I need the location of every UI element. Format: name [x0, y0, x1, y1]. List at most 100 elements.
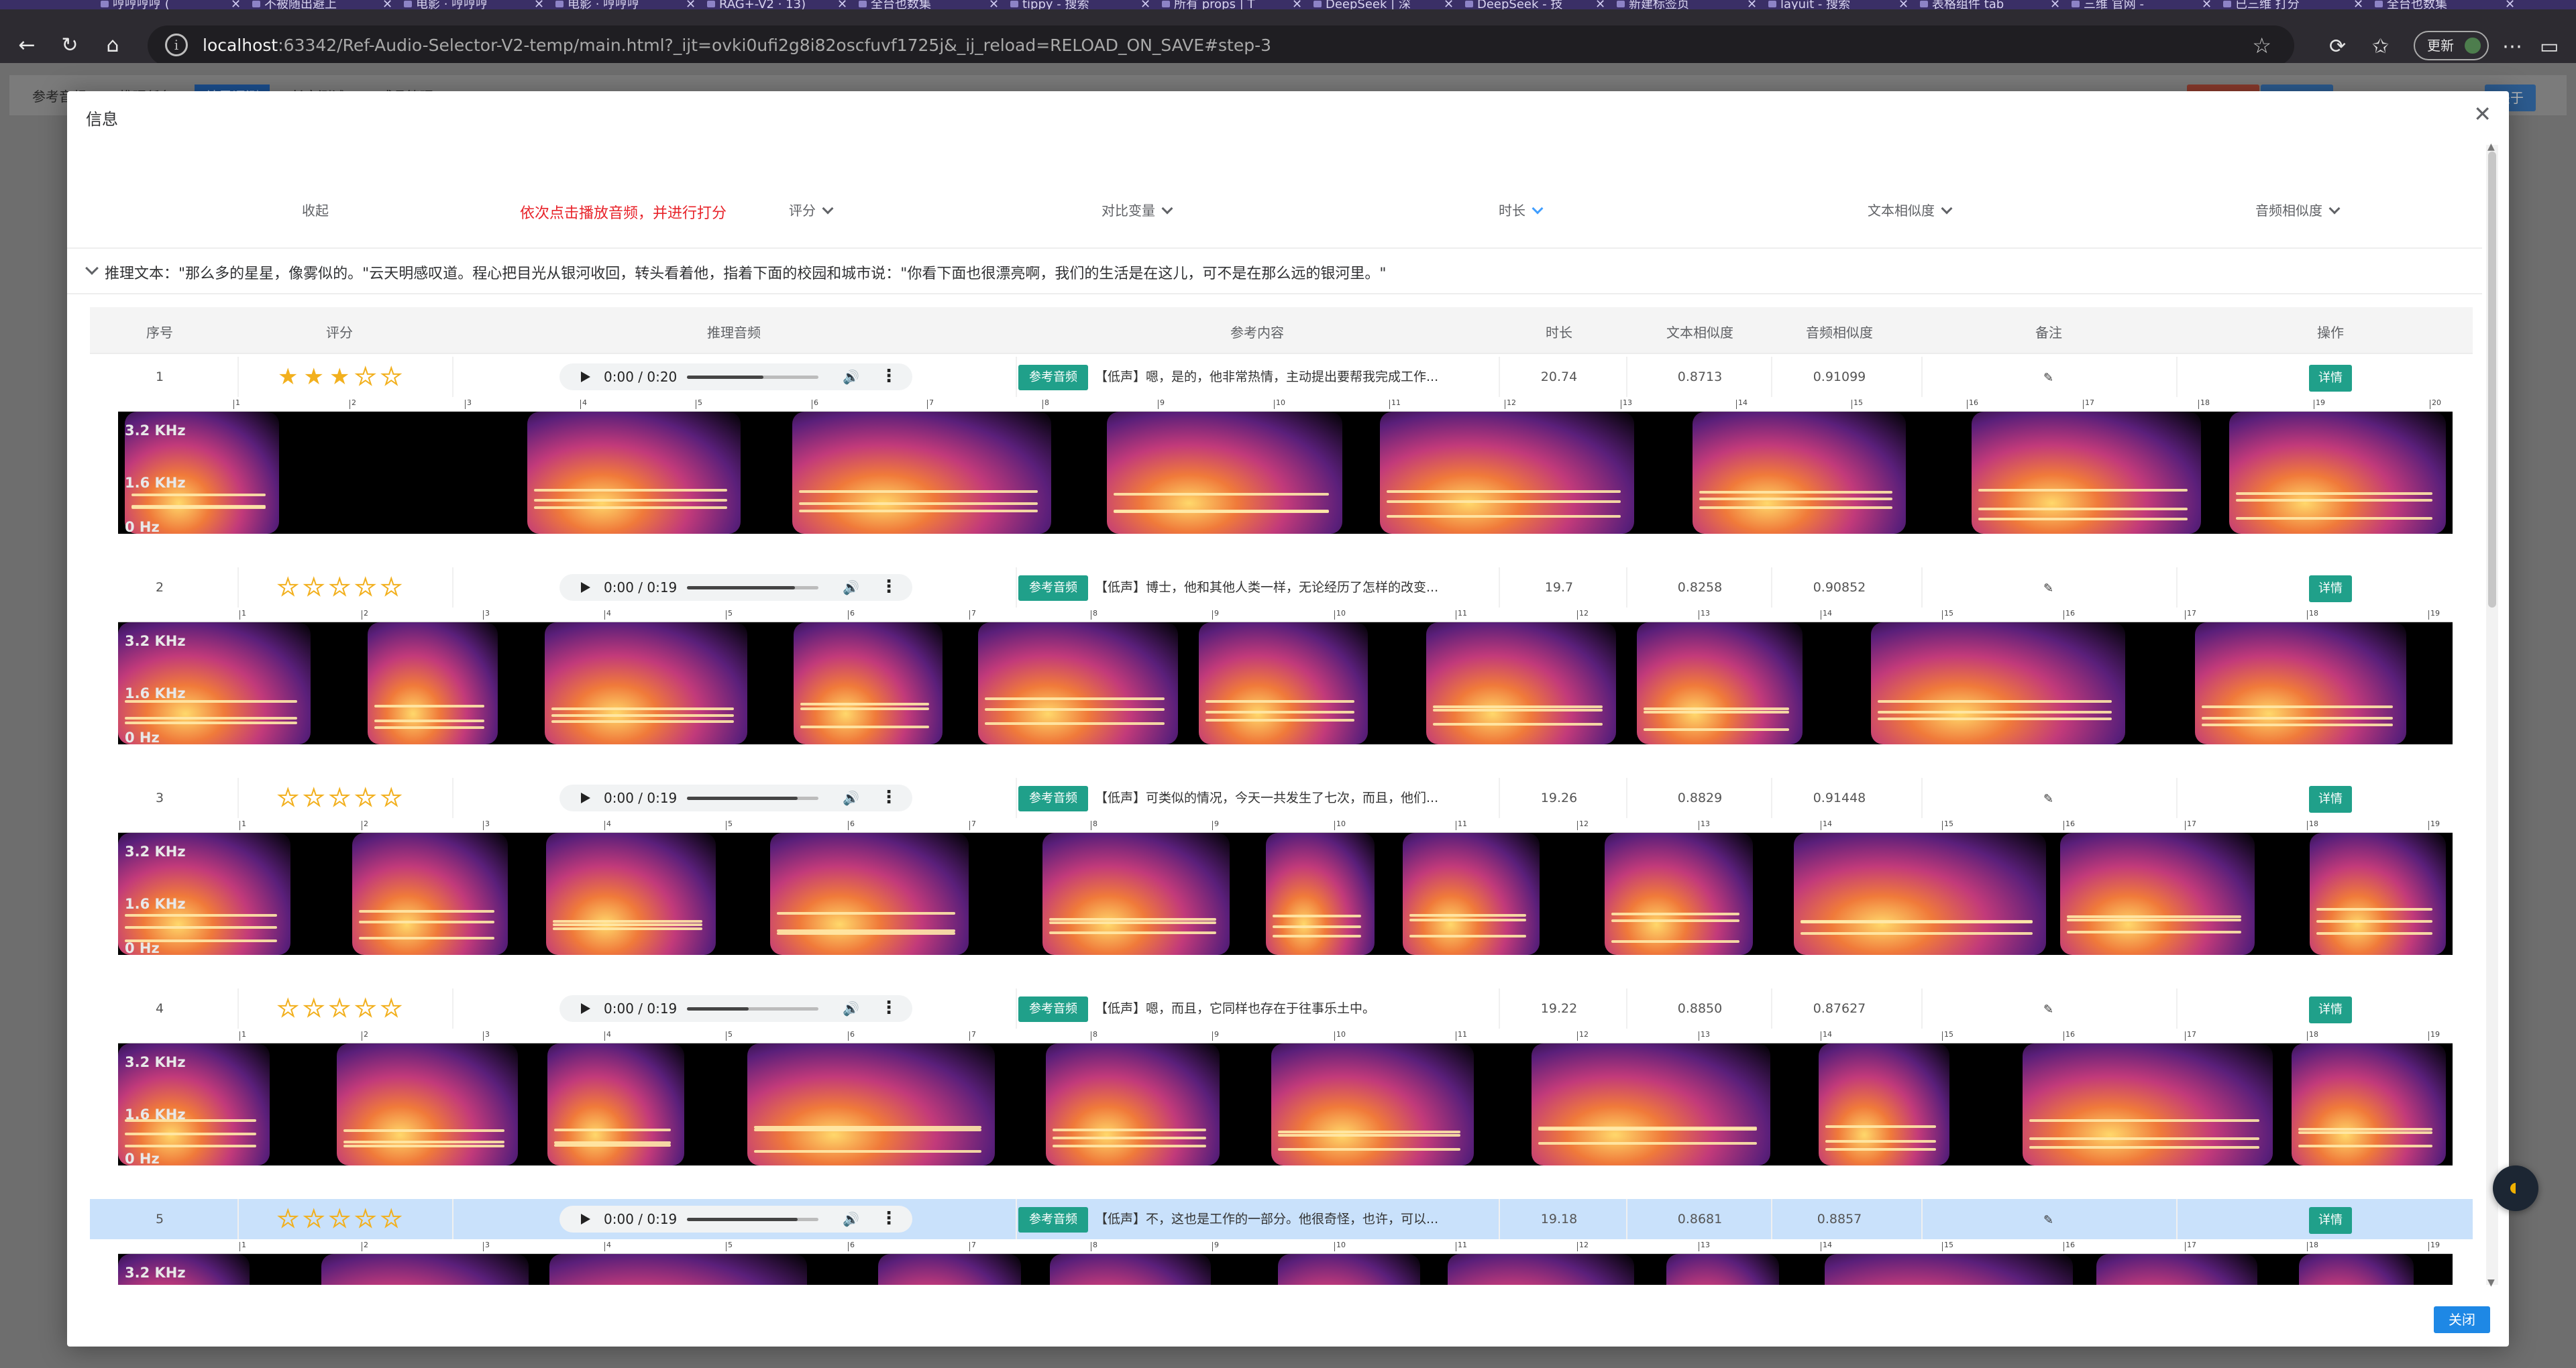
volume-icon[interactable]: 🔊 [843, 580, 859, 595]
seek-bar[interactable] [687, 1007, 818, 1011]
reload-icon[interactable]: ↻ [55, 31, 85, 60]
star-rating[interactable]: ★ ★ ★ ★ ★ [277, 575, 445, 600]
more-options-icon[interactable]: ⋮ [880, 998, 898, 1018]
star-rating[interactable]: ★ ★ ★ ★ ★ [277, 786, 445, 810]
ref-audio-button[interactable]: 参考音频 [1018, 786, 1088, 811]
star-icon[interactable]: ★ [277, 996, 299, 1021]
play-icon[interactable] [581, 582, 590, 593]
browser-tab[interactable]: DeepSeek - 技 [1465, 0, 1590, 9]
site-info-icon[interactable]: i [165, 34, 188, 56]
tab-close-icon[interactable]: ✕ [989, 0, 999, 11]
play-icon[interactable] [581, 793, 590, 803]
back-icon[interactable]: ← [12, 31, 42, 60]
star-icon[interactable]: ★ [278, 365, 298, 388]
tab-close-icon[interactable]: ✕ [1444, 0, 1454, 11]
more-options-icon[interactable]: ⋮ [880, 787, 898, 807]
volume-icon[interactable]: 🔊 [843, 369, 859, 384]
browser-tab[interactable]: 新建标签页 [1617, 0, 1741, 9]
table-row[interactable]: 1 ★ ★ ★ ★ ★ 0:00 / 0:20 🔊 ⋮ 参考音频 【低声】嗯，是的，他非常热情，主动… [90, 357, 2473, 397]
ref-audio-button[interactable]: 参考音频 [1018, 575, 1088, 601]
tab-close-icon[interactable]: ✕ [2050, 0, 2060, 11]
volume-icon[interactable]: 🔊 [843, 1001, 859, 1016]
star-icon[interactable]: ★ [329, 365, 350, 388]
star-icon[interactable]: ★ [380, 575, 402, 600]
more-options-icon[interactable]: ⋮ [880, 366, 898, 386]
detail-button[interactable]: 详情 [2309, 1207, 2352, 1234]
star-icon[interactable]: ★ [380, 365, 402, 389]
star-icon[interactable]: ★ [354, 575, 376, 600]
star-rating[interactable]: ★ ★ ★ ★ ★ [278, 365, 445, 389]
sort-by-duration[interactable]: 时长 [1499, 200, 1544, 219]
star-icon[interactable]: ★ [329, 786, 351, 810]
star-icon[interactable]: ★ [354, 996, 376, 1021]
star-rating[interactable]: ★ ★ ★ ★ ★ [277, 996, 445, 1021]
play-icon[interactable] [581, 1214, 590, 1224]
seek-bar[interactable] [687, 586, 818, 589]
audio-player[interactable]: 0:00 / 0:19 🔊 ⋮ [559, 995, 912, 1022]
edit-note-icon[interactable]: ✎ [2043, 793, 2057, 806]
theme-toggle-button[interactable] [2493, 1165, 2538, 1211]
browser-tab[interactable]: 已三维 打分 [2223, 0, 2348, 9]
scroll-up-icon[interactable]: ▲ [2487, 142, 2495, 152]
detail-button[interactable]: 详情 [2309, 365, 2352, 392]
ref-audio-button[interactable]: 参考音频 [1018, 996, 1088, 1022]
browser-tab[interactable]: 三维 官网 - [2072, 0, 2196, 9]
browser-tab[interactable]: 所有 props | T [1162, 0, 1287, 9]
star-icon[interactable]: ★ [277, 786, 299, 810]
tab-close-icon[interactable]: ✕ [2202, 0, 2212, 11]
star-icon[interactable]: ★ [329, 1207, 351, 1231]
star-icon[interactable]: ★ [303, 996, 325, 1021]
star-icon[interactable]: ★ [354, 1207, 376, 1231]
star-icon[interactable]: ★ [329, 996, 351, 1021]
ref-audio-button[interactable]: 参考音频 [1018, 365, 1088, 390]
star-icon[interactable]: ★ [303, 786, 325, 810]
star-rating[interactable]: ★ ★ ★ ★ ★ [277, 1207, 445, 1231]
star-icon[interactable]: ★ [380, 1207, 402, 1231]
star-icon[interactable]: ★ [380, 786, 402, 810]
home-icon[interactable]: ⌂ [98, 31, 127, 60]
table-row[interactable]: 5 ★ ★ ★ ★ ★ 0:00 / 0:19 🔊 ⋮ 参考音频 【低声】不，这也是工作的一部分。他… [90, 1199, 2473, 1239]
sidebar-toggle-icon[interactable]: ▭ [2540, 34, 2559, 60]
volume-icon[interactable]: 🔊 [843, 1212, 859, 1227]
browser-tab[interactable]: tippy - 搜索 [1010, 0, 1135, 9]
sort-by-variable[interactable]: 对比变量 [1102, 200, 1173, 219]
chevron-down-icon[interactable] [85, 262, 99, 275]
star-icon[interactable]: ★ [354, 365, 376, 389]
more-options-icon[interactable]: ⋮ [880, 577, 898, 597]
audio-player[interactable]: 0:00 / 0:19 🔊 ⋮ [559, 1206, 912, 1233]
seek-bar[interactable] [687, 1218, 818, 1221]
tab-close-icon[interactable]: ✕ [2505, 0, 2515, 11]
play-icon[interactable] [581, 372, 590, 382]
audio-player[interactable]: 0:00 / 0:19 🔊 ⋮ [559, 785, 912, 811]
star-icon[interactable]: ★ [354, 786, 376, 810]
browser-tab[interactable]: 表格组件 tab [1920, 0, 2045, 9]
tab-close-icon[interactable]: ✕ [686, 0, 696, 11]
tab-close-icon[interactable]: ✕ [382, 0, 392, 11]
browser-tab[interactable]: 全台也数集 [859, 0, 983, 9]
table-row[interactable]: 4 ★ ★ ★ ★ ★ 0:00 / 0:19 🔊 ⋮ 参考音频 【低声】嗯，而且，它同样也存在于往… [90, 988, 2473, 1029]
star-icon[interactable]: ★ [277, 575, 299, 600]
sort-by-text-similarity[interactable]: 文本相似度 [1868, 200, 1953, 219]
browser-tab[interactable]: RAG+-V2 · 13) [707, 0, 832, 9]
star-icon[interactable]: ★ [380, 996, 402, 1021]
detail-button[interactable]: 详情 [2309, 786, 2352, 813]
vertical-scrollbar[interactable]: ▲ ▼ [2486, 142, 2498, 1288]
browser-tab[interactable]: 电影 · 哼哼哼 [555, 0, 680, 9]
star-icon[interactable]: ★ [303, 365, 323, 388]
browser-tab[interactable]: 不被随出避上 [252, 0, 377, 9]
table-row[interactable]: 3 ★ ★ ★ ★ ★ 0:00 / 0:19 🔊 ⋮ 参考音频 【低声】可类似的情况，今天一共发生… [90, 778, 2473, 818]
close-icon[interactable]: ✕ [2473, 103, 2491, 125]
collapse-toggle[interactable]: 收起 [302, 200, 329, 219]
seek-bar[interactable] [687, 376, 818, 379]
browser-tab[interactable]: 电影 · 哼哼哼 [404, 0, 529, 9]
bookmark-star-icon[interactable]: ☆ [2252, 34, 2271, 58]
dialog-scroll-area[interactable]: 收起 评分 对比变量 时长 文本相似度 音频相似度 依次点击播放音频，并进行打分… [67, 131, 2482, 1285]
browser-tab[interactable]: DeepSeek | 深 [1313, 0, 1438, 9]
edit-note-icon[interactable]: ✎ [2043, 582, 2057, 595]
sort-by-score[interactable]: 评分 [789, 200, 834, 219]
inference-text-row[interactable]: 推理文本："那么多的星星，像雾似的。"云天明感叹道。程心把目光从银河收回，转头看… [67, 247, 2482, 294]
tab-close-icon[interactable]: ✕ [1292, 0, 1302, 11]
play-icon[interactable] [581, 1003, 590, 1014]
detail-button[interactable]: 详情 [2309, 575, 2352, 602]
close-button[interactable]: 关闭 [2434, 1306, 2490, 1333]
